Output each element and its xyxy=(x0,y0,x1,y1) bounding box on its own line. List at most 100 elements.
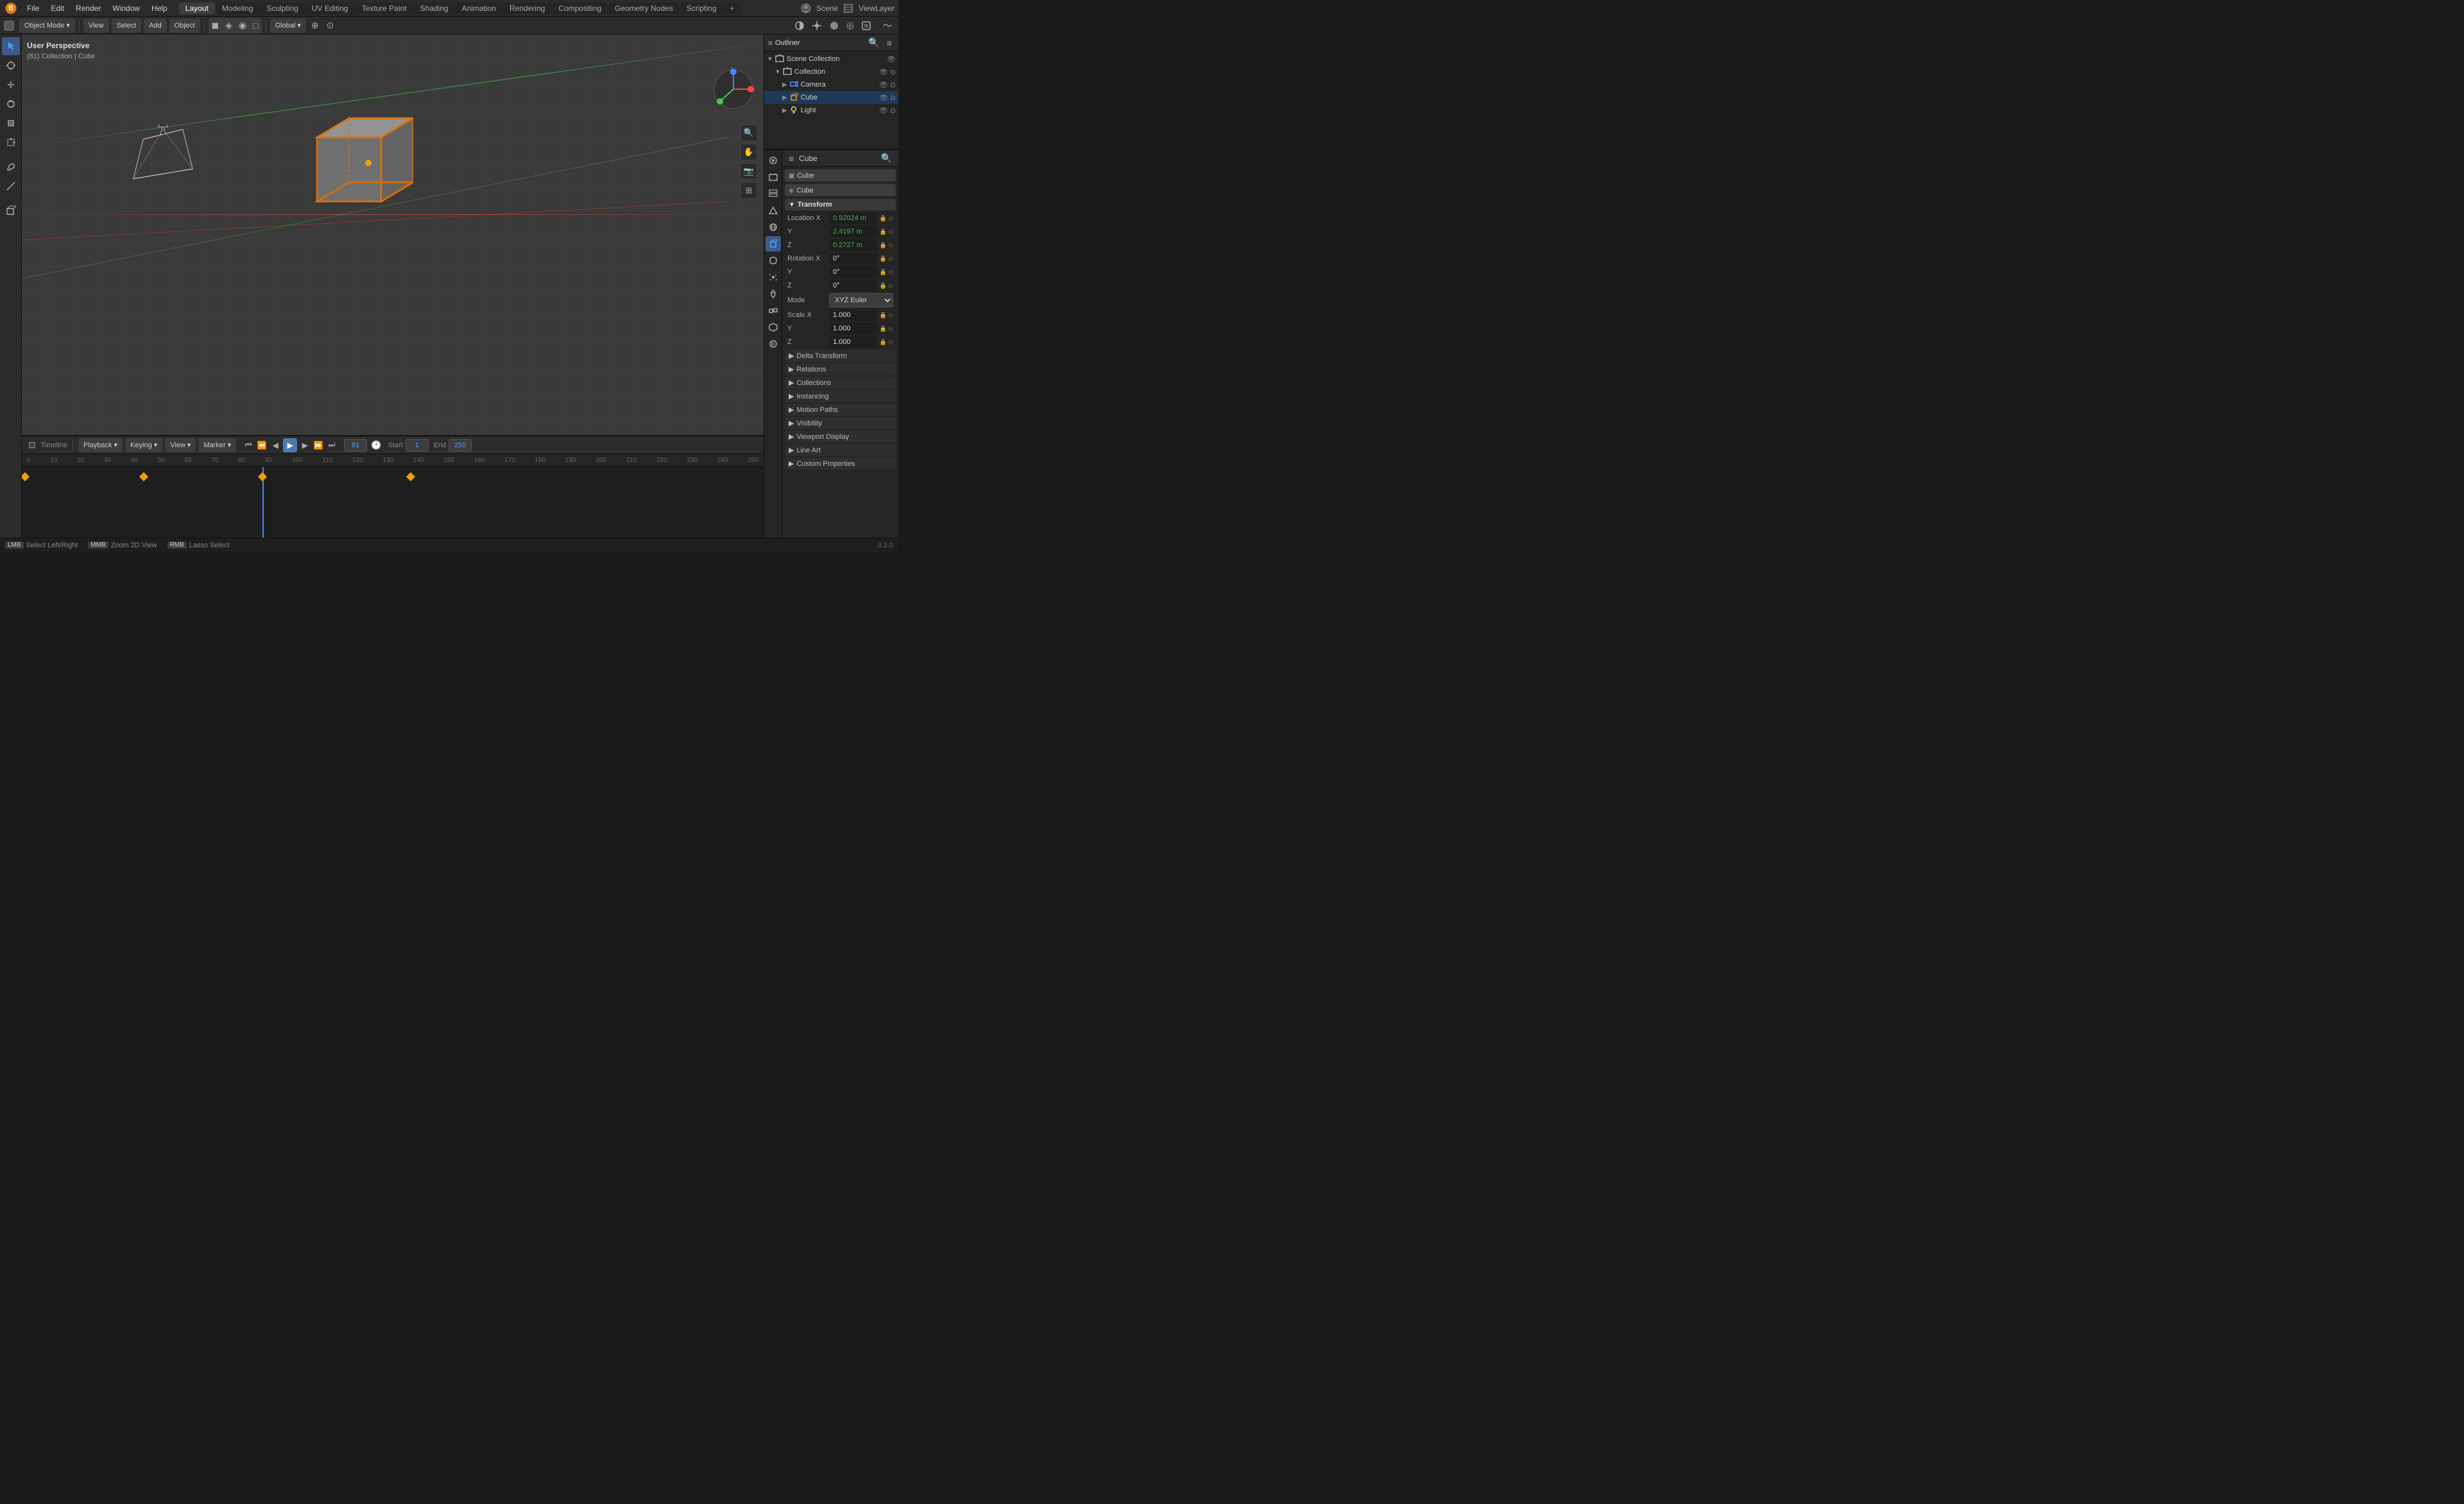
lock-ry-icon[interactable]: 🔒 xyxy=(880,269,887,276)
3d-viewport[interactable]: User Perspective (81) Collection | Cube xyxy=(22,35,764,435)
lock-sy-icon[interactable]: 🔒 xyxy=(880,325,887,332)
motion-paths-section[interactable]: ▶ Motion Paths xyxy=(785,404,896,416)
props-scene-icon[interactable] xyxy=(766,203,781,218)
outliner-item-light[interactable]: ▶ Light 👁 ⊙ xyxy=(764,104,898,117)
add-mesh-tool[interactable]: + xyxy=(2,201,20,219)
xray-btn[interactable] xyxy=(859,19,874,33)
move-tool[interactable]: ✛ xyxy=(2,76,20,94)
hide-icon-cube[interactable]: ⊙ xyxy=(890,94,896,102)
scale-x-value[interactable]: 1.000 xyxy=(829,309,877,321)
collections-section[interactable]: ▶ Collections xyxy=(785,377,896,389)
render-preview-btn[interactable]: ◎ xyxy=(844,19,857,33)
rotation-x-value[interactable]: 0° xyxy=(829,253,877,264)
view-btn[interactable]: View xyxy=(83,19,109,33)
custom-properties-section[interactable]: ▶ Custom Properties xyxy=(785,457,896,470)
object-btn[interactable]: Object xyxy=(169,19,200,33)
tab-uv-editing[interactable]: UV Editing xyxy=(305,3,355,14)
rotate-tool[interactable] xyxy=(2,95,20,113)
tab-compositing[interactable]: Compositing xyxy=(552,3,608,14)
eye-icon-cube[interactable]: 👁 xyxy=(879,94,888,102)
current-frame-input[interactable] xyxy=(344,439,367,452)
outliner-filter-btn[interactable]: ≡ xyxy=(884,36,894,50)
viewport-icon-2[interactable]: ◈ xyxy=(223,19,235,33)
anim-rz-icon[interactable]: ◎ xyxy=(888,282,893,289)
vp-camera-btn[interactable]: 📷 xyxy=(740,163,757,180)
props-material-icon[interactable] xyxy=(766,336,781,352)
scale-z-value[interactable]: 1.000 xyxy=(829,336,877,348)
menu-file[interactable]: File xyxy=(22,3,44,14)
tab-scripting[interactable]: Scripting xyxy=(680,3,723,14)
anim-rx-icon[interactable]: ◎ xyxy=(888,255,893,262)
lock-z-icon[interactable]: 🔒 xyxy=(880,242,887,249)
props-modifier-icon[interactable] xyxy=(766,253,781,268)
anim-sy-icon[interactable]: ◎ xyxy=(888,325,893,332)
props-particles-icon[interactable] xyxy=(766,269,781,285)
select-tool[interactable] xyxy=(2,37,20,55)
vp-grid-btn[interactable]: ⊞ xyxy=(740,182,757,199)
outliner-item-scene-collection[interactable]: ▼ Scene Collection 👁 xyxy=(764,53,898,65)
scale-y-value[interactable]: 1.000 xyxy=(829,323,877,334)
anim-z-icon[interactable]: ◎ xyxy=(888,242,893,249)
line-art-section[interactable]: ▶ Line Art xyxy=(785,444,896,456)
timeline-type-icon[interactable]: ⊡ xyxy=(26,438,38,452)
props-view-layer-icon[interactable] xyxy=(766,186,781,201)
jump-end-btn[interactable]: ⏭ xyxy=(326,440,338,451)
end-frame-input[interactable] xyxy=(449,439,472,452)
delta-transform-section[interactable]: ▶ Delta Transform xyxy=(785,350,896,362)
play-btn[interactable]: ▶ xyxy=(283,438,297,452)
props-render-icon[interactable] xyxy=(766,153,781,168)
lock-y-icon[interactable]: 🔒 xyxy=(880,228,887,235)
viewport-display-section[interactable]: ▶ Viewport Display xyxy=(785,431,896,443)
hide-icon-light[interactable]: ⊙ xyxy=(890,107,896,115)
lock-rz-icon[interactable]: 🔒 xyxy=(880,282,887,289)
viewport-gizmo[interactable]: Z X Y xyxy=(711,67,756,112)
lock-sz-icon[interactable]: 🔒 xyxy=(880,339,887,346)
global-btn[interactable]: Global ▾ xyxy=(270,19,306,33)
anim-sz-icon[interactable]: ◎ xyxy=(888,339,893,346)
anim-x-icon[interactable]: ◎ xyxy=(888,215,893,222)
prev-frame-btn[interactable]: ⏪ xyxy=(256,440,268,451)
proportional-btn[interactable]: ⊙ xyxy=(324,19,337,33)
snap-btn[interactable]: ⊕ xyxy=(309,19,321,33)
props-world-icon[interactable] xyxy=(766,219,781,235)
viewport-shading-btn[interactable] xyxy=(826,19,842,33)
vp-hand-btn[interactable]: ✋ xyxy=(740,144,757,160)
outliner-search-btn[interactable]: 🔍 xyxy=(866,36,882,50)
transform-header[interactable]: ▼ Transform xyxy=(785,199,896,210)
playback-menu[interactable]: Playback▾ xyxy=(78,438,123,452)
tab-add[interactable]: + xyxy=(724,3,741,14)
tab-texture-paint[interactable]: Texture Paint xyxy=(355,3,413,14)
tab-rendering[interactable]: Rendering xyxy=(503,3,551,14)
tab-layout[interactable]: Layout xyxy=(179,3,215,14)
overlay-btn[interactable] xyxy=(792,19,807,33)
next-keyframe-btn[interactable]: ▶ xyxy=(299,440,311,451)
tab-modeling[interactable]: Modeling xyxy=(216,3,260,14)
props-output-icon[interactable] xyxy=(766,169,781,185)
relations-section[interactable]: ▶ Relations xyxy=(785,363,896,375)
scale-tool[interactable]: ⊕ xyxy=(2,114,20,132)
viewport-icon-1[interactable]: ◼ xyxy=(209,19,222,33)
rotation-z-value[interactable]: 0° xyxy=(829,280,877,291)
proportional-snap-icon[interactable]: ～ xyxy=(880,19,894,33)
eye-icon-collection[interactable]: 👁 xyxy=(879,68,888,76)
annotate-tool[interactable] xyxy=(2,158,20,176)
lock-sx-icon[interactable]: 🔒 xyxy=(880,312,887,319)
outliner-item-cube[interactable]: ▶ Cube 👁 ⊙ xyxy=(764,91,898,104)
keying-menu[interactable]: Keying▾ xyxy=(125,438,162,452)
visibility-section[interactable]: ▶ Visibility xyxy=(785,417,896,429)
props-search-btn[interactable]: 🔍 xyxy=(878,151,894,166)
eye-icon-camera[interactable]: 👁 xyxy=(879,81,888,89)
menu-window[interactable]: Window xyxy=(107,3,145,14)
rotation-mode-select[interactable]: XYZ Euler XZY Euler YXZ Euler Quaternion xyxy=(829,293,893,307)
gizmo-btn[interactable] xyxy=(809,19,825,33)
lock-rx-icon[interactable]: 🔒 xyxy=(880,255,887,262)
location-x-value[interactable]: 0.92024 m xyxy=(829,212,877,224)
timeline-content[interactable] xyxy=(22,467,764,538)
eye-icon[interactable]: 👁 xyxy=(887,55,896,64)
vp-search-btn[interactable]: 🔍 xyxy=(740,124,757,141)
props-object-icon[interactable] xyxy=(766,236,781,252)
anim-y-icon[interactable]: ◎ xyxy=(888,228,893,235)
tab-animation[interactable]: Animation xyxy=(456,3,502,14)
anim-sx-icon[interactable]: ◎ xyxy=(888,312,893,319)
timeline-view-menu[interactable]: View▾ xyxy=(165,438,196,452)
